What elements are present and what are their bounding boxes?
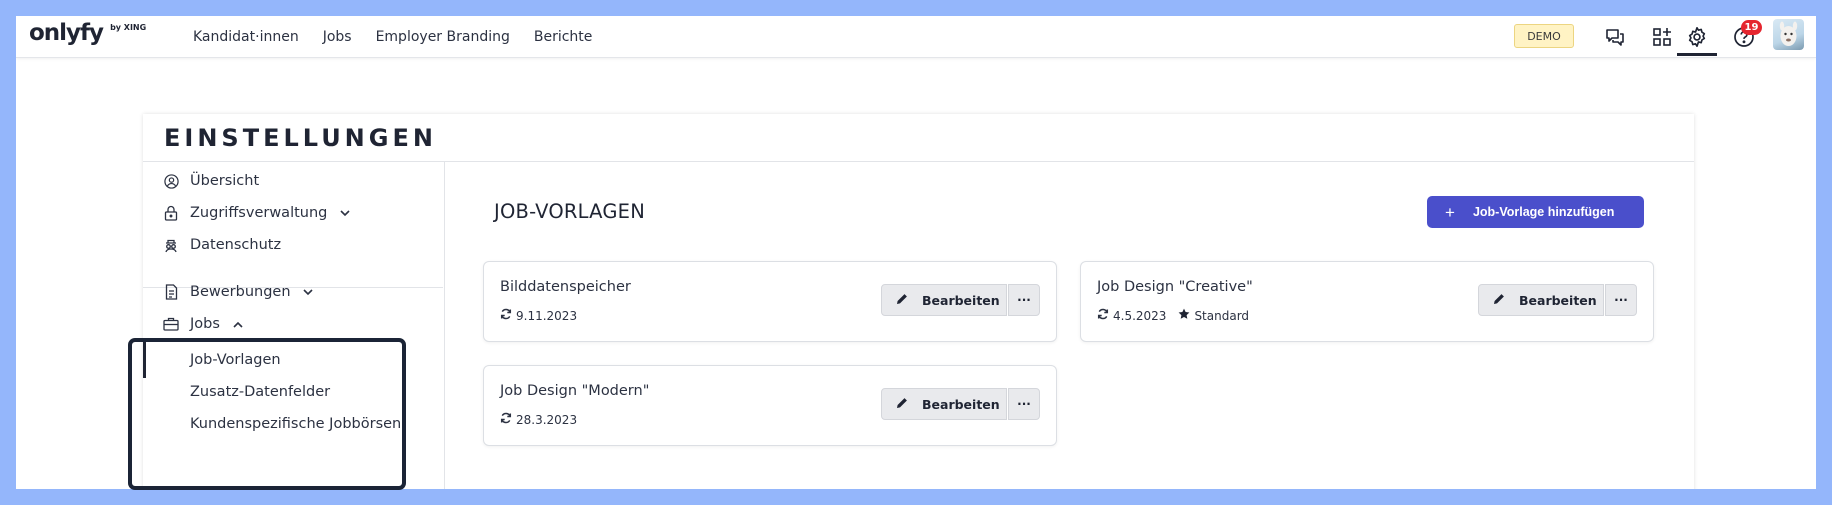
- user-circle-icon: [163, 173, 179, 189]
- add-job-template-button[interactable]: + Job-Vorlage hinzufügen: [1427, 196, 1644, 228]
- template-name: Bilddatenspeicher: [500, 279, 631, 295]
- logo-text: onlyfy: [29, 20, 104, 46]
- chevron-down-icon: [303, 284, 313, 300]
- template-date: 9.11.2023: [516, 308, 578, 323]
- user-avatar[interactable]: [1773, 19, 1804, 50]
- template-meta: 9.11.2023: [500, 308, 577, 323]
- main-nav: Kandidat·innen Jobs Employer Branding Be…: [193, 29, 592, 45]
- top-navigation-bar: onlyfy by XING Kandidat·innen Jobs Emplo…: [16, 16, 1816, 58]
- brand-logo[interactable]: onlyfy by XING: [29, 20, 146, 46]
- sidebar-item-extra-fields[interactable]: Zusatz-Datenfelder: [143, 377, 443, 407]
- template-name: Job Design "Creative": [1097, 279, 1253, 295]
- more-options-button[interactable]: ···: [1605, 284, 1637, 316]
- edit-label: Bearbeiten: [922, 292, 1000, 308]
- document-icon: [163, 284, 179, 300]
- section-title: JOB-VORLAGEN: [494, 200, 645, 223]
- sync-icon: [500, 308, 512, 323]
- nav-reports[interactable]: Berichte: [534, 29, 593, 45]
- sync-icon: [1097, 308, 1109, 323]
- sidebar-label-overview: Übersicht: [190, 173, 260, 189]
- briefcase-icon: [163, 316, 179, 332]
- template-card: Bilddatenspeicher 9.11.2023 Bearbeiten ·…: [483, 261, 1057, 342]
- edit-label: Bearbeiten: [922, 396, 1000, 412]
- edit-button[interactable]: Bearbeiten: [1478, 284, 1604, 316]
- logo-subtitle: by XING: [110, 23, 147, 32]
- sidebar-label-access: Zugriffsverwaltung: [190, 205, 328, 221]
- settings-sidebar: Übersicht Zugriffsverwaltung Datenschutz…: [143, 162, 445, 489]
- sidebar-label-job-templates: Job-Vorlagen: [190, 352, 281, 368]
- nav-candidates[interactable]: Kandidat·innen: [193, 29, 299, 45]
- nav-employer-branding[interactable]: Employer Branding: [376, 29, 510, 45]
- sidebar-item-jobs[interactable]: Jobs: [143, 309, 443, 339]
- nav-jobs[interactable]: Jobs: [323, 29, 352, 45]
- sidebar-label-custom-job-boards: Kundenspezifische Jobbörsen: [190, 416, 402, 432]
- sidebar-item-access[interactable]: Zugriffsverwaltung: [143, 198, 443, 228]
- pencil-icon: [1493, 293, 1505, 308]
- sync-icon: [500, 412, 512, 427]
- template-date: 28.3.2023: [516, 412, 578, 427]
- notification-count-badge: 19: [1741, 20, 1762, 35]
- lock-icon: [163, 205, 179, 221]
- template-card: Job Design "Modern" 28.3.2023 Bearbeiten…: [483, 365, 1057, 446]
- edit-label: Bearbeiten: [1519, 292, 1597, 308]
- gear-icon[interactable]: [1685, 25, 1709, 49]
- template-name: Job Design "Modern": [500, 383, 650, 399]
- plus-icon: +: [1445, 202, 1455, 222]
- sidebar-label-extra-fields: Zusatz-Datenfelder: [190, 384, 331, 400]
- sidebar-label-applications: Bewerbungen: [190, 284, 291, 300]
- template-card: Job Design "Creative" 4.5.2023 Standard …: [1080, 261, 1654, 342]
- sidebar-item-custom-job-boards[interactable]: Kundenspezifische Jobbörsen: [143, 409, 443, 439]
- chevron-down-icon: [340, 205, 350, 221]
- app-window: onlyfy by XING Kandidat·innen Jobs Emplo…: [16, 16, 1816, 489]
- apps-add-icon[interactable]: [1650, 25, 1674, 49]
- more-options-button[interactable]: ···: [1008, 284, 1040, 316]
- active-settings-indicator: [1677, 53, 1717, 56]
- template-meta: 4.5.2023 Standard: [1097, 308, 1249, 323]
- sidebar-label-privacy: Datenschutz: [190, 237, 282, 253]
- chevron-up-icon: [232, 316, 243, 332]
- add-button-label: Job-Vorlage hinzufügen: [1472, 205, 1615, 219]
- sidebar-item-applications[interactable]: Bewerbungen: [143, 277, 443, 307]
- template-date: 4.5.2023: [1113, 308, 1167, 323]
- more-options-button[interactable]: ···: [1008, 388, 1040, 420]
- pencil-icon: [896, 397, 908, 412]
- sidebar-label-jobs: Jobs: [190, 316, 220, 332]
- sidebar-item-privacy[interactable]: Datenschutz: [143, 230, 443, 260]
- sidebar-item-job-templates[interactable]: Job-Vorlagen: [143, 345, 443, 375]
- edit-button[interactable]: Bearbeiten: [881, 284, 1007, 316]
- privacy-icon: [163, 237, 179, 253]
- star-icon: [1178, 308, 1190, 323]
- demo-badge: DEMO: [1514, 24, 1574, 48]
- template-meta: 28.3.2023: [500, 412, 577, 427]
- default-badge: Standard: [1194, 308, 1250, 323]
- pencil-icon: [896, 293, 908, 308]
- sidebar-item-overview[interactable]: Übersicht: [143, 166, 443, 196]
- chat-icon[interactable]: [1603, 25, 1627, 49]
- page-title: EINSTELLUNGEN: [164, 124, 437, 152]
- edit-button[interactable]: Bearbeiten: [881, 388, 1007, 420]
